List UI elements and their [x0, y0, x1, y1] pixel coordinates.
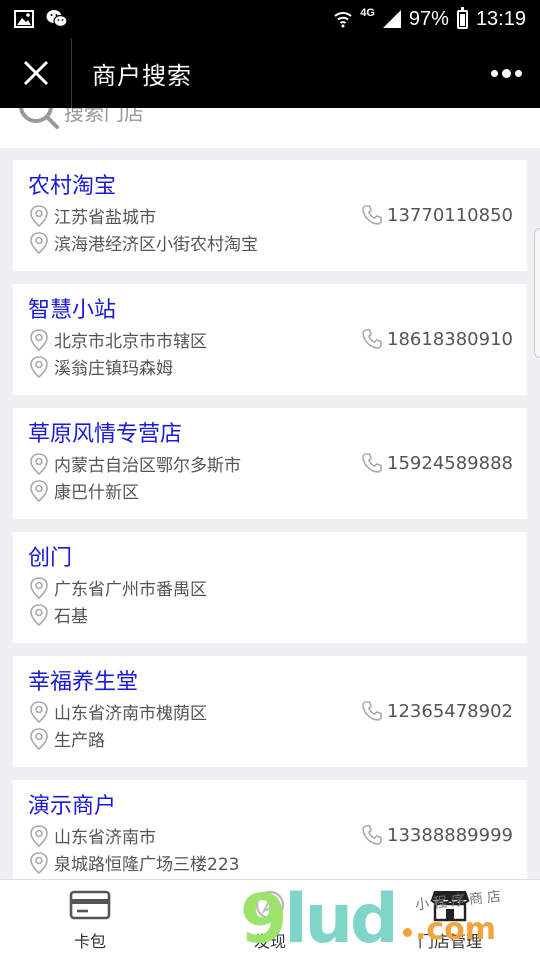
location-pin-icon — [30, 479, 48, 502]
search-icon — [19, 108, 59, 129]
merchant-name: 创门 — [28, 546, 73, 571]
merchant-region: 北京市北京市市辖区 — [54, 332, 207, 352]
location-pin-icon — [30, 851, 48, 874]
more-dot-icon — [502, 68, 511, 78]
more-dot-icon — [491, 69, 498, 77]
tab-card-wallet[interactable]: 卡包 — [0, 880, 180, 960]
location-pin-icon — [30, 727, 48, 750]
signal-icon — [382, 10, 401, 28]
merchant-phone-number: 15924589888 — [387, 452, 513, 474]
phone-icon — [362, 329, 382, 349]
merchant-address: 溪翁庄镇玛森姆 — [54, 359, 173, 379]
tab-label: 发现 — [253, 932, 286, 951]
phone-icon — [362, 453, 382, 473]
merchant-name: 草原风情专营店 — [28, 422, 183, 447]
close-button[interactable] — [0, 38, 72, 108]
phone-icon — [362, 825, 382, 845]
search-input[interactable] — [64, 108, 364, 130]
scroll-indicator[interactable] — [534, 228, 540, 358]
tab-discover[interactable]: 发现 — [180, 880, 360, 960]
merchant-name: 幸福养生堂 — [28, 670, 139, 695]
merchant-address: 生产路 — [54, 731, 105, 751]
merchant-card[interactable]: 草原风情专营店 内蒙古自治区鄂尔多斯市 康巴什新区 15924589888 — [13, 408, 527, 519]
location-pin-icon — [30, 328, 48, 351]
merchant-region: 内蒙古自治区鄂尔多斯市 — [54, 456, 241, 476]
tab-bar: 卡包 发现 门店管理 — [0, 879, 540, 960]
merchant-name: 农村淘宝 — [28, 174, 117, 199]
merchant-region: 山东省济南市 — [54, 828, 156, 848]
merchant-name: 演示商户 — [28, 794, 117, 819]
close-icon — [23, 60, 48, 86]
merchant-card[interactable]: 创门 广东省广州市番禺区 石基 — [13, 532, 527, 643]
merchant-phone-number: 18618380910 — [387, 328, 513, 350]
more-dot-icon — [515, 69, 522, 77]
merchant-card[interactable]: 智慧小站 北京市北京市市辖区 溪翁庄镇玛森姆 18618380910 — [13, 284, 527, 395]
merchant-region: 广东省广州市番禺区 — [54, 580, 207, 600]
search-bar — [0, 108, 540, 148]
merchant-phone-number: 13388889999 — [387, 824, 513, 846]
gallery-icon — [14, 10, 34, 28]
merchant-phone-number: 12365478902 — [387, 700, 513, 722]
status-bar: 4G 97% 13:19 — [0, 0, 540, 38]
merchant-address: 滨海港经济区小街农村淘宝 — [54, 235, 258, 255]
card-icon — [69, 890, 111, 920]
battery-percent: 97% — [408, 7, 449, 30]
network-type: 4G — [360, 7, 375, 19]
location-pin-icon — [30, 700, 48, 723]
location-pin-icon — [30, 231, 48, 254]
merchant-address: 康巴什新区 — [54, 483, 139, 503]
merchant-list: 农村淘宝 江苏省盐城市 滨海港经济区小街农村淘宝 13770110850 智慧小… — [13, 160, 527, 904]
discover-icon — [255, 890, 285, 920]
location-pin-icon — [30, 204, 48, 227]
location-pin-icon — [30, 452, 48, 475]
store-icon — [430, 891, 470, 922]
battery-icon — [456, 6, 468, 29]
location-pin-icon — [30, 603, 48, 626]
page-title: 商户搜索 — [92, 61, 192, 90]
wifi-icon — [334, 12, 352, 28]
merchant-phone[interactable]: 13770110850 — [361, 204, 513, 226]
location-pin-icon — [30, 576, 48, 599]
merchant-name: 智慧小站 — [28, 298, 117, 323]
merchant-card[interactable]: 演示商户 山东省济南市 泉城路恒隆广场三楼223 13388889999 — [13, 780, 527, 891]
merchant-address: 泉城路恒隆广场三楼223 — [54, 855, 240, 875]
tab-store-management[interactable]: 门店管理 — [360, 880, 540, 960]
location-pin-icon — [30, 824, 48, 847]
merchant-phone[interactable]: 13388889999 — [361, 824, 513, 846]
phone-icon — [362, 205, 382, 225]
merchant-phone[interactable]: 18618380910 — [361, 328, 513, 350]
merchant-region: 江苏省盐城市 — [54, 208, 156, 228]
merchant-phone-number: 13770110850 — [387, 204, 513, 226]
merchant-address: 石基 — [54, 607, 88, 627]
tab-label: 卡包 — [73, 932, 106, 951]
merchant-phone[interactable]: 15924589888 — [361, 452, 513, 474]
merchant-phone[interactable]: 12365478902 — [361, 700, 513, 722]
tab-label: 门店管理 — [417, 932, 482, 951]
clock: 13:19 — [475, 7, 526, 30]
wechat-icon — [46, 10, 68, 28]
merchant-region: 山东省济南市槐荫区 — [54, 704, 207, 724]
merchant-card[interactable]: 农村淘宝 江苏省盐城市 滨海港经济区小街农村淘宝 13770110850 — [13, 160, 527, 271]
location-pin-icon — [30, 355, 48, 378]
phone-icon — [362, 701, 382, 721]
merchant-card[interactable]: 幸福养生堂 山东省济南市槐荫区 生产路 12365478902 — [13, 656, 527, 767]
title-bar: 商户搜索 — [0, 38, 540, 108]
more-button[interactable] — [491, 62, 522, 84]
